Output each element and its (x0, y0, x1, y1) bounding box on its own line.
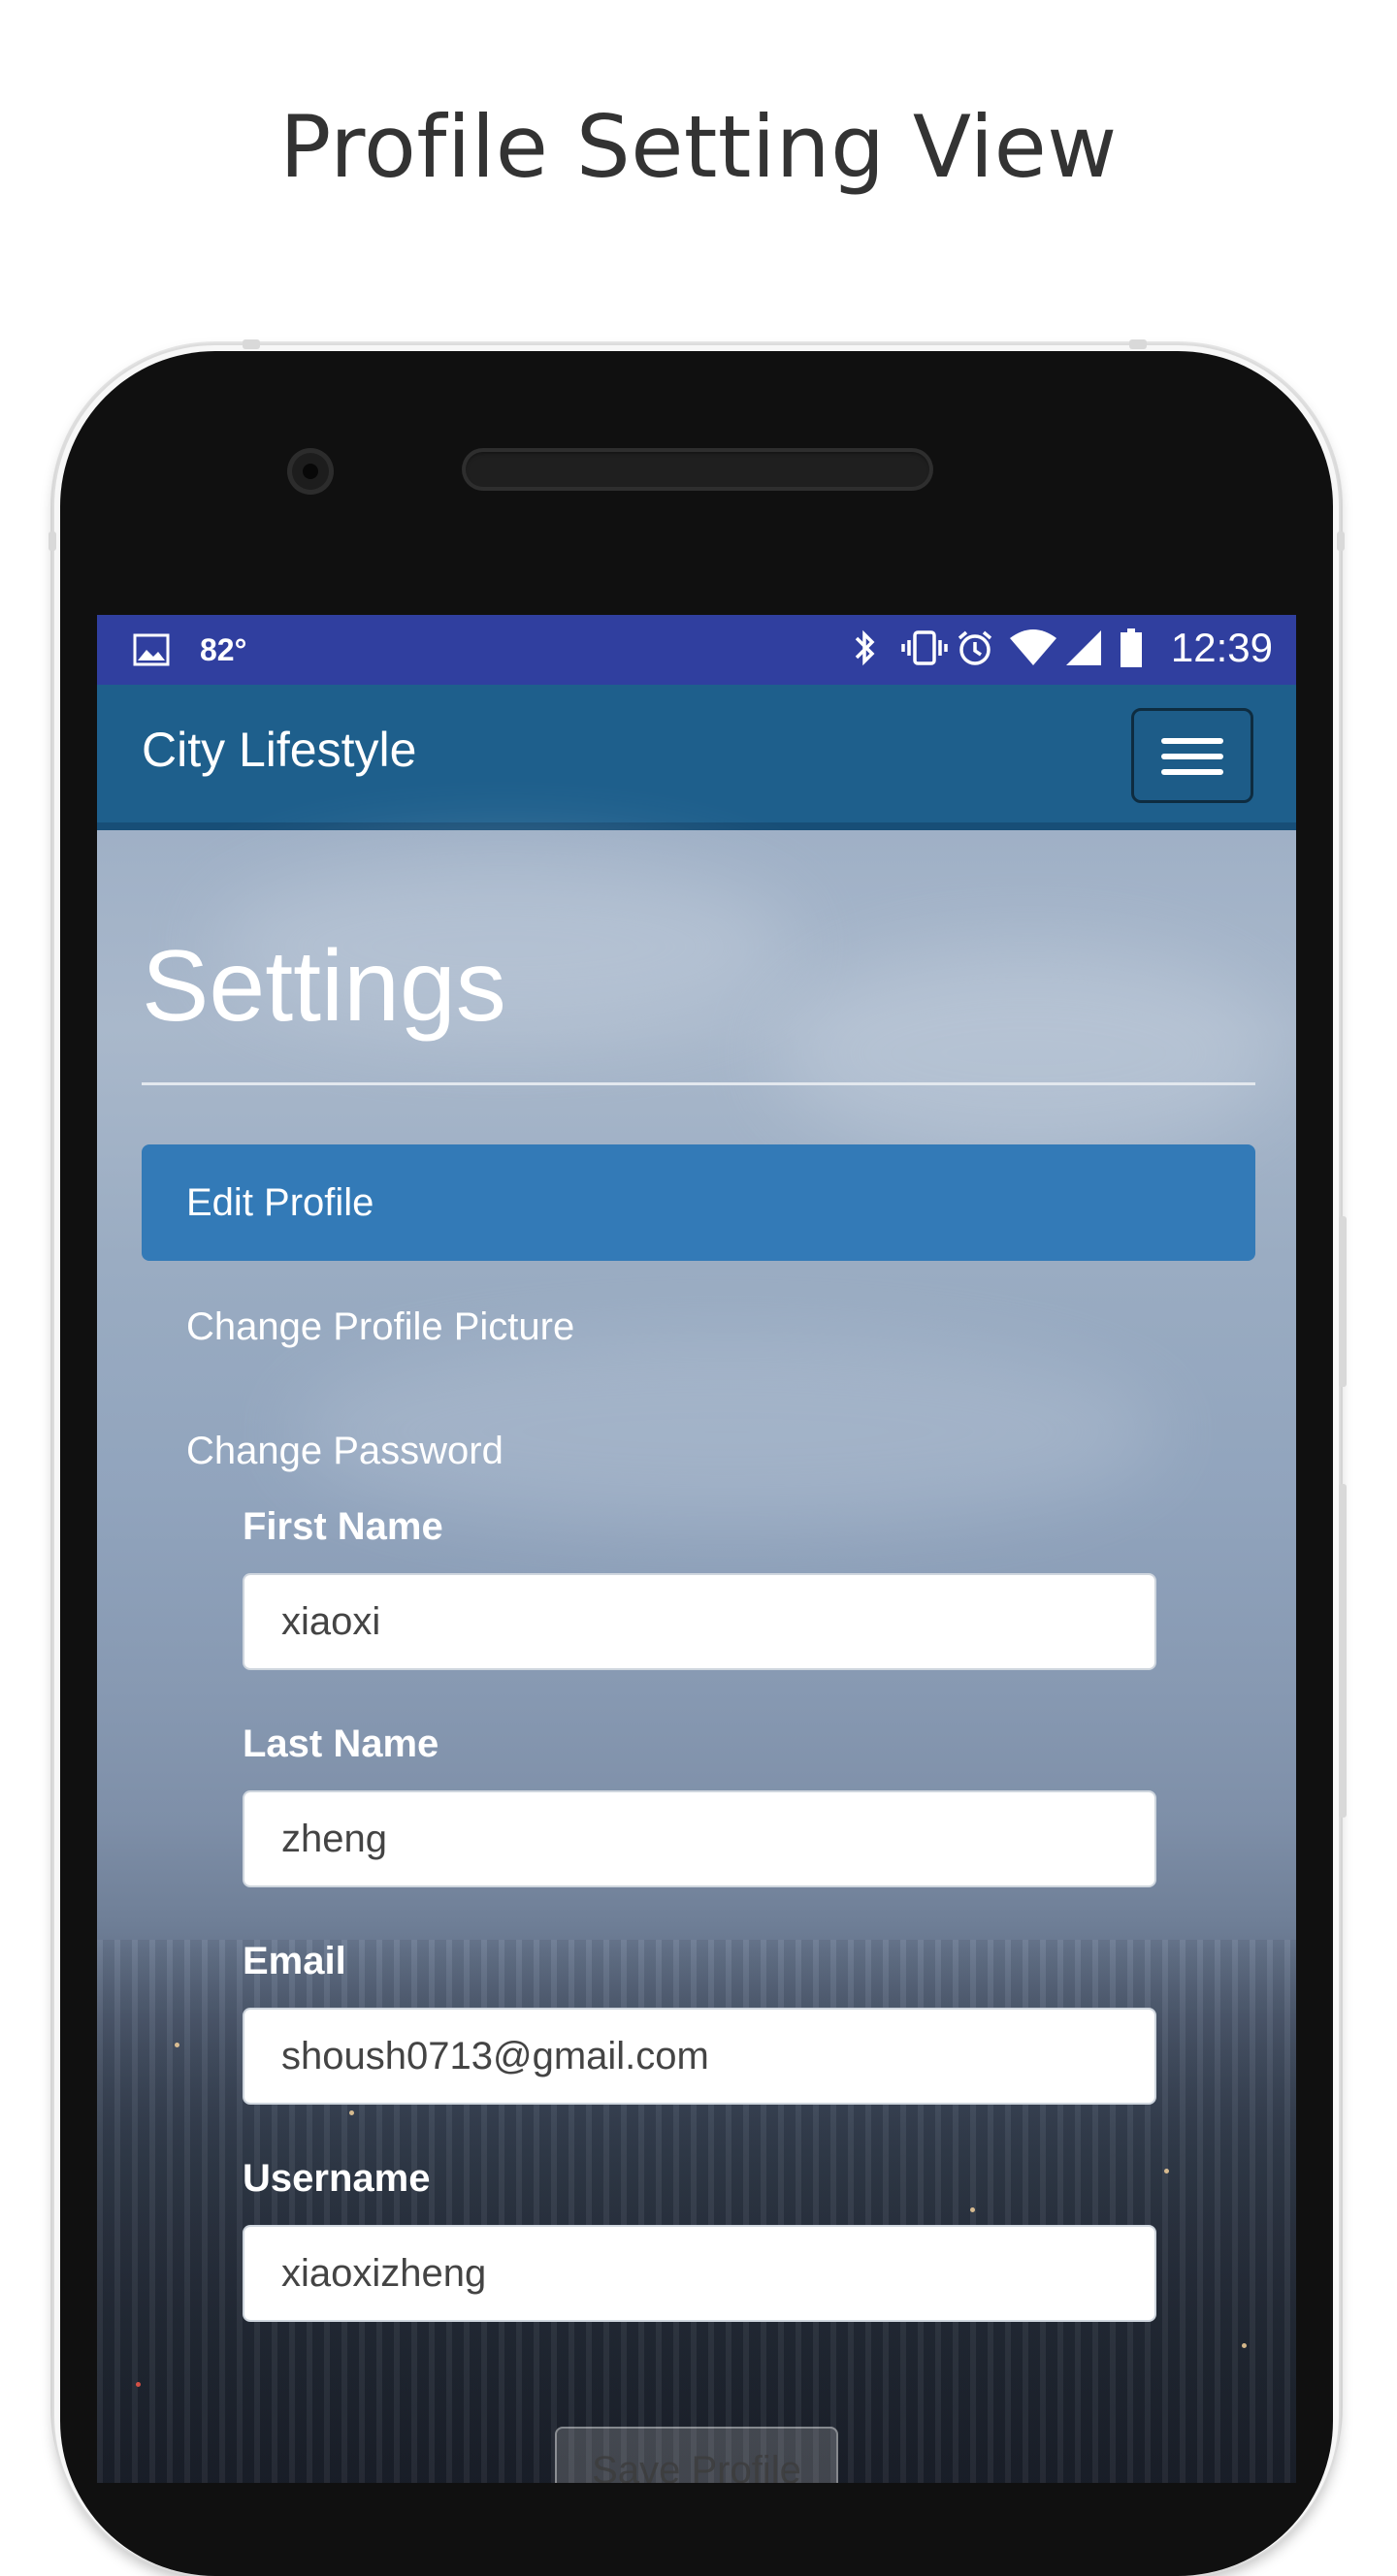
city-light (970, 2207, 975, 2212)
last-name-field[interactable]: zheng (243, 1790, 1156, 1887)
first-name-label: First Name (243, 1505, 443, 1548)
email-label: Email (243, 1940, 346, 1982)
page-heading: Profile Setting View (279, 97, 1118, 197)
username-field[interactable]: xiaoxizheng (243, 2225, 1156, 2322)
city-light (1242, 2343, 1247, 2348)
page-title: Settings (142, 930, 506, 1043)
bluetooth-icon (845, 627, 884, 669)
signal-icon (1062, 627, 1101, 669)
city-light (136, 2382, 141, 2387)
menu-item-edit-profile[interactable]: Edit Profile (142, 1144, 1255, 1261)
status-bar: 82° 12:39 (97, 615, 1296, 685)
city-light (349, 2110, 354, 2115)
hamburger-menu-button[interactable] (1131, 708, 1253, 803)
city-light (175, 2043, 179, 2047)
side-button-right (1337, 531, 1345, 551)
menu-item-change-password[interactable]: Change Password (142, 1393, 1255, 1509)
title-divider (142, 1082, 1255, 1085)
first-name-field[interactable]: xiaoxi (243, 1573, 1156, 1670)
wifi-icon (1008, 627, 1056, 669)
settings-content: Settings Edit Profile Change Profile Pic… (97, 830, 1296, 2483)
earpiece-speaker (462, 448, 933, 491)
hamburger-line-icon (1161, 738, 1223, 744)
email-field[interactable]: shoush0713@gmail.com (243, 2008, 1156, 2105)
status-left: 82° (132, 628, 246, 671)
top-button-left (243, 339, 260, 349)
city-light (1164, 2169, 1169, 2174)
image-icon (132, 628, 171, 671)
alarm-icon (954, 627, 992, 669)
status-right: 12:39 (845, 625, 1273, 671)
power-button (1339, 1216, 1347, 1387)
background-cloud (776, 947, 1281, 1160)
volume-button (1339, 1484, 1347, 1818)
phone-screen: 82° 12:39 City Lifestyle Settings Edit P… (97, 615, 1296, 2483)
top-button-right (1129, 339, 1147, 349)
clock-text: 12:39 (1170, 625, 1273, 670)
brand-title[interactable]: City Lifestyle (142, 722, 416, 778)
save-profile-button[interactable]: Save Profile (555, 2427, 838, 2483)
temperature-text: 82° (200, 631, 247, 667)
vibrate-icon (899, 627, 948, 669)
hamburger-line-icon (1161, 769, 1223, 775)
menu-item-change-profile-picture[interactable]: Change Profile Picture (142, 1269, 1255, 1385)
front-camera-icon (287, 448, 334, 495)
last-name-label: Last Name (243, 1723, 439, 1765)
app-navbar: City Lifestyle (97, 685, 1296, 830)
hamburger-line-icon (1161, 754, 1223, 759)
battery-icon (1117, 627, 1155, 669)
username-label: Username (243, 2157, 431, 2200)
side-button-left (49, 531, 56, 551)
